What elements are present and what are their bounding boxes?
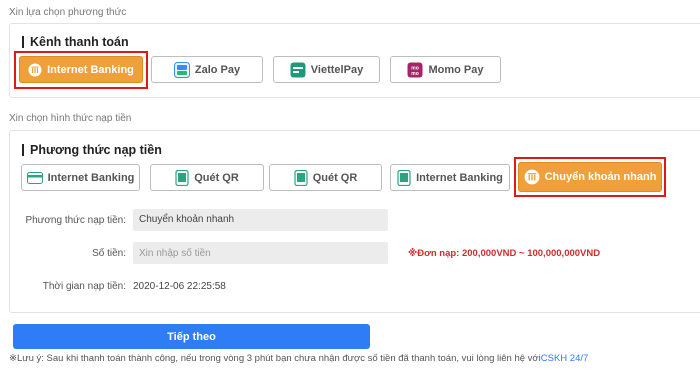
channel-option-label: Zalo Pay bbox=[194, 63, 241, 76]
next-button[interactable]: Tiếp theo bbox=[13, 324, 370, 349]
channel-option-label: Momo Pay bbox=[428, 63, 484, 76]
method-qr-button-2[interactable]: Quét QR bbox=[269, 164, 382, 191]
method-internet-banking-phone-button[interactable]: Internet Banking bbox=[390, 164, 510, 191]
time-field-label: Thời gian nạp tiền: bbox=[42, 281, 126, 292]
method-option-label: Quét QR bbox=[194, 171, 239, 184]
method-option-label: Internet Banking bbox=[416, 171, 503, 184]
channel-option-label: Internet Banking bbox=[47, 63, 134, 76]
card-icon bbox=[26, 171, 43, 185]
channel-internet-banking-button[interactable]: Internet Banking bbox=[19, 56, 143, 83]
channel-momo-pay-button[interactable]: mo mo Momo Pay bbox=[390, 56, 501, 83]
method-option-label: Quét QR bbox=[312, 171, 358, 184]
amount-field-label: Số tiền: bbox=[92, 248, 126, 259]
deposit-time-value: 2020-12-06 22:25:58 bbox=[133, 281, 226, 292]
bank-icon bbox=[28, 63, 42, 77]
method-field-label: Phương thức nạp tiền: bbox=[25, 215, 126, 226]
phone-icon bbox=[175, 169, 189, 186]
method-title: Phương thức nạp tiền bbox=[22, 144, 162, 156]
momo-icon: mo mo bbox=[407, 62, 423, 78]
method-option-label: Chuyển khoản nhanh bbox=[544, 171, 657, 183]
method-qr-button-1[interactable]: Quét QR bbox=[150, 164, 264, 191]
bank-icon bbox=[524, 169, 540, 185]
channel-section-caption: Xin lựa chọn phương thức bbox=[9, 7, 127, 18]
phone-icon bbox=[294, 169, 308, 186]
method-value-field: Chuyển khoản nhanh bbox=[133, 209, 388, 231]
notice-body: ※Lưu ý: Sau khi thanh toán thành công, n… bbox=[9, 353, 541, 364]
channel-option-label: ViettelPay bbox=[310, 63, 364, 76]
viettel-pay-icon bbox=[290, 62, 306, 78]
amount-input[interactable] bbox=[133, 242, 388, 264]
method-section-caption: Xin chọn hình thức nạp tiền bbox=[9, 113, 132, 124]
notice-text: ※Lưu ý: Sau khi thanh toán thành công, n… bbox=[9, 353, 588, 364]
method-fast-transfer-button[interactable]: Chuyển khoản nhanh bbox=[518, 162, 662, 192]
channel-title: Kênh thanh toán bbox=[22, 36, 129, 48]
method-internet-banking-button[interactable]: Internet Banking bbox=[21, 164, 140, 191]
deposit-limit-text: ※Đơn nạp: 200,000VND ~ 100,000,000VND bbox=[408, 248, 601, 259]
method-option-label: Internet Banking bbox=[47, 171, 135, 184]
channel-zalo-pay-button[interactable]: Zalo Pay bbox=[151, 56, 263, 83]
channel-viettel-pay-button[interactable]: ViettelPay bbox=[273, 56, 380, 83]
zalo-pay-icon bbox=[173, 61, 190, 78]
support-link[interactable]: CSKH 24/7 bbox=[541, 353, 589, 364]
phone-icon bbox=[397, 169, 411, 186]
svg-text:mo: mo bbox=[412, 71, 420, 77]
